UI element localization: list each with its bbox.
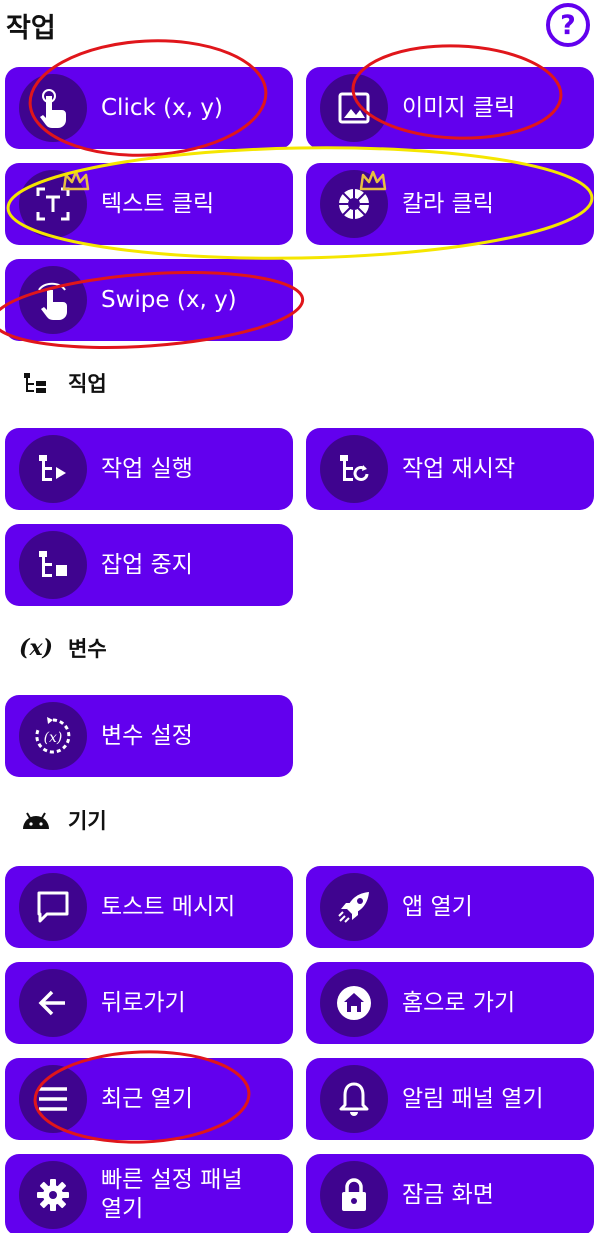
set-variable-button[interactable]: (x) 변수 설정 xyxy=(5,695,293,777)
open-app-label: 앱 열기 xyxy=(402,893,473,920)
crown-icon xyxy=(359,170,387,191)
open-recents-button[interactable]: 최근 열기 xyxy=(5,1058,293,1140)
color-click-label: 칼라 클릭 xyxy=(402,190,494,217)
arrow-left-icon xyxy=(19,969,87,1037)
section-device: 기기 xyxy=(18,805,107,835)
variable-grid: (x) 변수 설정 xyxy=(5,695,594,777)
toast-message-label: 토스트 메시지 xyxy=(101,893,236,920)
home-icon xyxy=(320,969,388,1037)
rocket-icon xyxy=(320,873,388,941)
crown-icon xyxy=(62,170,90,191)
lock-icon xyxy=(320,1161,388,1229)
help-icon[interactable]: ? xyxy=(546,3,590,47)
section-jobs-title: 직업 xyxy=(68,372,107,396)
image-icon xyxy=(320,74,388,142)
color-click-button[interactable]: 칼라 클릭 xyxy=(306,163,594,245)
go-back-button[interactable]: 뒤로가기 xyxy=(5,962,293,1044)
image-click-button[interactable]: 이미지 클릭 xyxy=(306,67,594,149)
swipe-hand-icon xyxy=(19,266,87,334)
click-xy-button[interactable]: Click (x, y) xyxy=(5,67,293,149)
open-notifications-button[interactable]: 알림 패널 열기 xyxy=(306,1058,594,1140)
lock-screen-button[interactable]: 잠금 화면 xyxy=(306,1154,594,1233)
stop-job-button[interactable]: 잡업 중지 xyxy=(5,524,293,606)
job-restart-icon xyxy=(320,435,388,503)
restart-job-button[interactable]: 작업 재시작 xyxy=(306,428,594,510)
lock-screen-label: 잠금 화면 xyxy=(402,1181,494,1208)
run-job-label: 작업 실행 xyxy=(101,455,193,482)
gear-icon xyxy=(19,1161,87,1229)
section-jobs: 직업 xyxy=(18,368,107,398)
open-notifications-label: 알림 패널 열기 xyxy=(402,1085,544,1112)
job-grid: 작업 실행 작업 재시작 잡업 중지 xyxy=(5,428,594,606)
text-click-label: 텍스트 클릭 xyxy=(101,190,215,217)
image-click-label: 이미지 클릭 xyxy=(402,94,516,121)
stop-job-label: 잡업 중지 xyxy=(101,551,193,578)
text-click-button[interactable]: 텍스트 클릭 xyxy=(5,163,293,245)
go-back-label: 뒤로가기 xyxy=(101,989,186,1016)
task-grid: Click (x, y) 이미지 클릭 텍스트 클릭 칼라 클릭 Swipe (… xyxy=(5,67,594,341)
tap-hand-icon xyxy=(19,74,87,142)
section-variables: (x) 변수 xyxy=(18,633,107,663)
section-device-title: 기기 xyxy=(68,809,107,833)
job-stop-icon xyxy=(19,531,87,599)
job-play-icon xyxy=(19,435,87,503)
menu-lines-icon xyxy=(19,1065,87,1133)
bell-icon xyxy=(320,1065,388,1133)
restart-job-label: 작업 재시작 xyxy=(402,455,516,482)
section-variables-title: 변수 xyxy=(68,637,107,661)
quick-settings-button[interactable]: 빠른 설정 패널 열기 xyxy=(5,1154,293,1233)
set-variable-label: 변수 설정 xyxy=(101,722,193,749)
click-xy-label: Click (x, y) xyxy=(101,94,223,121)
android-icon xyxy=(18,809,54,831)
go-home-label: 홈으로 가기 xyxy=(402,989,516,1016)
page-title: 작업 xyxy=(6,13,56,44)
open-recents-label: 최근 열기 xyxy=(101,1085,193,1112)
run-job-button[interactable]: 작업 실행 xyxy=(5,428,293,510)
chat-bubble-icon xyxy=(19,873,87,941)
swipe-xy-label: Swipe (x, y) xyxy=(101,286,237,313)
swipe-xy-button[interactable]: Swipe (x, y) xyxy=(5,259,293,341)
quick-settings-label: 빠른 설정 패널 열기 xyxy=(101,1167,243,1222)
go-home-button[interactable]: 홈으로 가기 xyxy=(306,962,594,1044)
open-app-button[interactable]: 앱 열기 xyxy=(306,866,594,948)
toast-message-button[interactable]: 토스트 메시지 xyxy=(5,866,293,948)
job-tree-icon xyxy=(18,371,54,395)
svg-text:(x): (x) xyxy=(44,730,63,746)
variable-refresh-icon: (x) xyxy=(19,702,87,770)
variable-icon: (x) xyxy=(19,635,53,661)
device-grid: 토스트 메시지 앱 열기 뒤로가기 홈으로 가기 최근 열기 알림 패널 열기 xyxy=(5,866,594,1233)
